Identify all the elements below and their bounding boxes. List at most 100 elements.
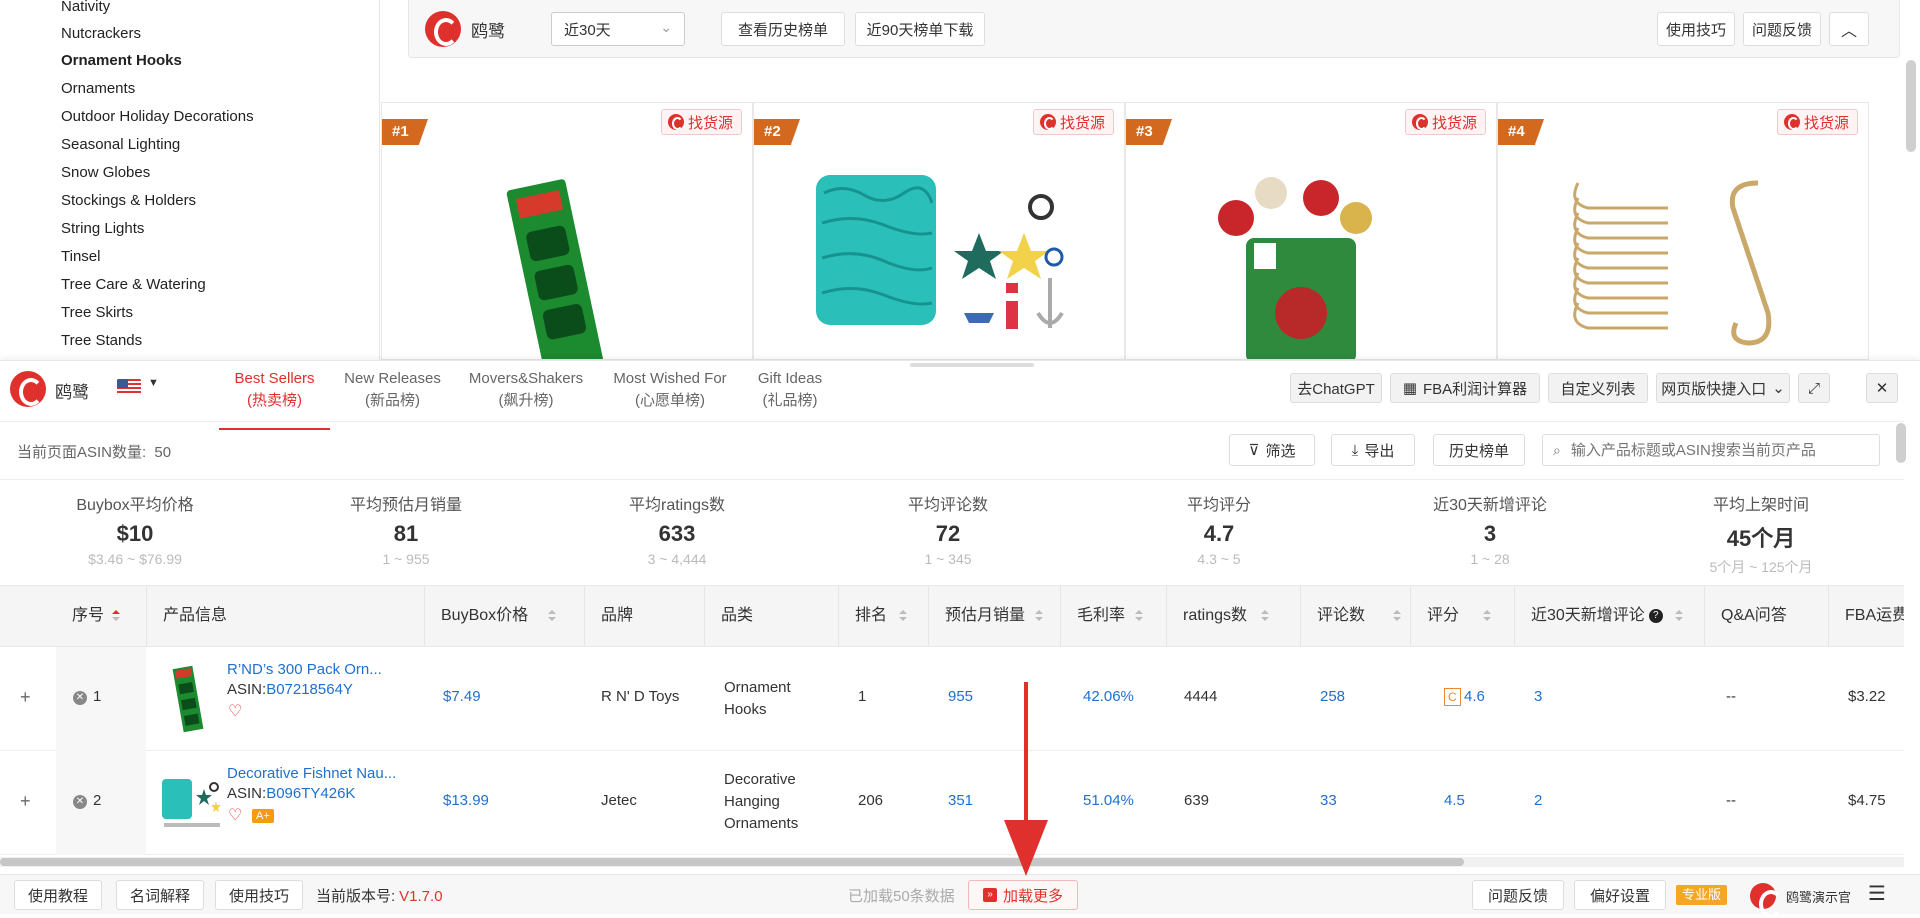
horizontal-scrollbar[interactable]	[0, 858, 1464, 866]
sidebar-item-nutcrackers[interactable]: Nutcrackers	[61, 25, 141, 42]
export-button[interactable]: ⤓ 导出	[1331, 434, 1415, 466]
history-rank-button[interactable]: 历史榜单	[1433, 434, 1525, 466]
monthly-sales[interactable]: 955	[948, 688, 973, 705]
score[interactable]: 4.6	[1464, 688, 1485, 705]
sidebar-item-snow-globes[interactable]: Snow Globes	[61, 164, 150, 181]
range-select[interactable]: 近30天 ⌄	[551, 12, 685, 46]
avatar[interactable]	[1750, 883, 1783, 918]
product-thumbnail[interactable]	[160, 775, 222, 831]
product-title-link[interactable]: R’ND’s 300 Pack Orn...	[227, 661, 382, 678]
download-90-button[interactable]: 近90天榜单下载	[855, 12, 985, 46]
filter-button[interactable]: ⊽ 筛选	[1229, 434, 1315, 466]
sidebar-item-seasonal-lighting[interactable]: Seasonal Lighting	[61, 136, 180, 153]
sidebar-item-ornaments[interactable]: Ornaments	[61, 80, 135, 97]
fba-calculator-button[interactable]: ▦ FBA利润计算器	[1390, 373, 1540, 403]
custom-list-button[interactable]: 自定义列表	[1548, 373, 1648, 403]
col-monthly-sales[interactable]: 预估月销量	[928, 586, 1060, 646]
menu-icon[interactable]: ☰	[1868, 881, 1886, 906]
col-score[interactable]: 评分	[1410, 586, 1514, 646]
col-no[interactable]: 序号	[56, 586, 146, 646]
preferences-button[interactable]: 偏好设置	[1574, 880, 1666, 910]
find-source-button[interactable]: 找货源	[1404, 109, 1486, 135]
feedback-button[interactable]: 问题反馈	[1472, 880, 1564, 910]
col-margin[interactable]: 毛利率	[1060, 586, 1166, 646]
sort-icon[interactable]	[1674, 609, 1683, 622]
page-scrollbar[interactable]	[1906, 60, 1916, 152]
find-source-button[interactable]: 找货源	[660, 109, 742, 135]
tab-most-wished[interactable]: Most Wished For (心愿单榜)	[605, 368, 735, 412]
load-more-button[interactable]: » 加载更多	[968, 880, 1078, 910]
sidebar-item-outdoor-holiday[interactable]: Outdoor Holiday Decorations	[61, 108, 254, 125]
product-thumbnail[interactable]	[168, 663, 208, 735]
panel-scrollbar[interactable]	[1896, 423, 1906, 463]
margin[interactable]: 42.06%	[1083, 688, 1134, 705]
expand-icon[interactable]: ⤢	[1798, 373, 1830, 403]
sort-icon[interactable]	[1483, 609, 1492, 622]
monthly-sales[interactable]: 351	[948, 792, 973, 809]
remove-row-icon[interactable]: ✕	[73, 691, 87, 705]
feedback-button[interactable]: 问题反馈	[1743, 12, 1821, 46]
sidebar-item-tree-skirts[interactable]: Tree Skirts	[61, 304, 133, 321]
col-price[interactable]: BuyBox价格	[424, 586, 584, 646]
sidebar-item-ornament-hooks[interactable]: Ornament Hooks	[61, 52, 182, 69]
help-icon[interactable]: ?	[1648, 608, 1663, 623]
expand-row-icon[interactable]: +	[20, 687, 31, 708]
sidebar-item-string-lights[interactable]: String Lights	[61, 220, 144, 237]
caret-down-icon[interactable]: ▼	[148, 377, 159, 389]
sort-icon[interactable]	[1035, 609, 1044, 622]
tips-button[interactable]: 使用技巧	[215, 880, 303, 910]
expand-row-icon[interactable]: +	[20, 791, 31, 812]
score[interactable]: 4.5	[1444, 792, 1465, 809]
col-new-reviews[interactable]: 近30天新增评论?	[1514, 586, 1704, 646]
tab-gift-ideas[interactable]: Gift Ideas (礼品榜)	[750, 368, 830, 412]
panel-drag-handle[interactable]	[910, 363, 1034, 367]
sidebar-item-tree-care[interactable]: Tree Care & Watering	[61, 276, 206, 293]
reviews[interactable]: 33	[1320, 792, 1337, 809]
asin-link[interactable]: B096TY426K	[266, 785, 355, 802]
heart-icon[interactable]: ♡	[228, 805, 242, 825]
margin[interactable]: 51.04%	[1083, 792, 1134, 809]
find-source-button[interactable]: 找货源	[1776, 109, 1858, 135]
product-card[interactable]: #3 找货源	[1125, 102, 1497, 360]
close-icon[interactable]: ✕	[1866, 373, 1898, 403]
sort-icon[interactable]	[899, 609, 908, 622]
sort-icon[interactable]	[548, 609, 557, 622]
new-reviews[interactable]: 3	[1534, 688, 1542, 705]
sidebar-item-tree-stands[interactable]: Tree Stands	[61, 332, 142, 349]
new-reviews[interactable]: 2	[1534, 792, 1542, 809]
web-shortcut-button[interactable]: 网页版快捷入口 ⌄	[1656, 373, 1790, 403]
us-flag-icon[interactable]	[117, 379, 141, 395]
asin-count: 当前页面ASIN数量: 50	[17, 441, 171, 462]
glossary-button[interactable]: 名词解释	[116, 880, 204, 910]
col-reviews[interactable]: 评论数	[1300, 586, 1410, 646]
col-ratings[interactable]: ratings数	[1166, 586, 1300, 646]
sort-icon[interactable]	[1393, 609, 1402, 622]
sort-icon[interactable]	[112, 609, 121, 622]
sort-icon[interactable]	[1261, 609, 1270, 622]
product-card[interactable]: #4 找货源	[1497, 102, 1869, 360]
collapse-button[interactable]: ︿	[1829, 12, 1869, 46]
tab-new-releases[interactable]: New Releases (新品榜)	[340, 368, 445, 412]
col-rank[interactable]: 排名	[838, 586, 928, 646]
find-source-button[interactable]: 找货源	[1032, 109, 1114, 135]
search-box[interactable]: ⌕	[1542, 434, 1880, 466]
tutorial-button[interactable]: 使用教程	[14, 880, 102, 910]
heart-icon[interactable]: ♡	[228, 701, 242, 721]
product-card[interactable]: #1 找货源	[381, 102, 753, 360]
asin-link[interactable]: B07218564Y	[266, 681, 353, 698]
tips-button[interactable]: 使用技巧	[1657, 12, 1735, 46]
product-card[interactable]: #2 找货源	[753, 102, 1125, 360]
tab-movers-shakers[interactable]: Movers&Shakers (飙升榜)	[465, 368, 587, 412]
account-name[interactable]: 鸥鹭演示官	[1786, 887, 1851, 906]
history-list-button[interactable]: 查看历史榜单	[721, 12, 845, 46]
stat-avg-monthly-sales: 平均预估月销量 81 1 ~ 955	[271, 491, 541, 567]
search-input[interactable]	[1570, 441, 1851, 459]
sidebar-item-tinsel[interactable]: Tinsel	[61, 248, 100, 265]
product-title-link[interactable]: Decorative Fishnet Nau...	[227, 765, 396, 782]
remove-row-icon[interactable]: ✕	[73, 795, 87, 809]
sidebar-item-stockings[interactable]: Stockings & Holders	[61, 192, 196, 209]
reviews[interactable]: 258	[1320, 688, 1345, 705]
sidebar-item-nativity[interactable]: Nativity	[61, 0, 110, 15]
chatgpt-button[interactable]: 去ChatGPT	[1290, 373, 1382, 403]
sort-icon[interactable]	[1135, 609, 1144, 622]
